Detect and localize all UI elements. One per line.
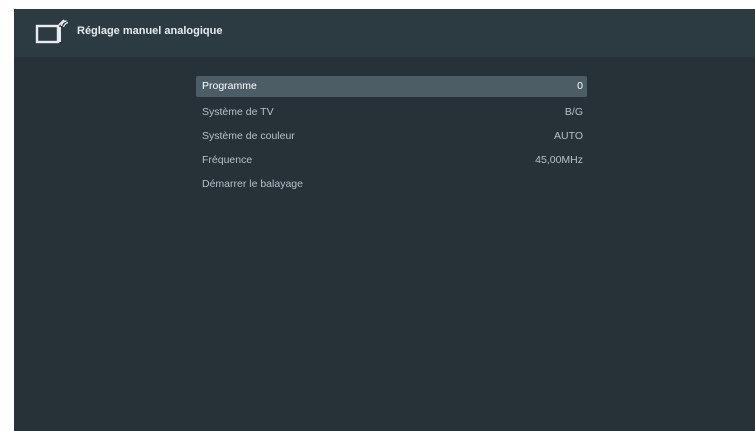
header-bar: Réglage manuel analogique <box>14 9 755 57</box>
menu-item-label: Système de TV <box>202 106 274 118</box>
settings-menu: Programme 0 Système de TV B/G Système de… <box>196 76 587 196</box>
menu-item-programme[interactable]: Programme 0 <box>196 76 587 97</box>
menu-item-frequency[interactable]: Fréquence 45,00MHz <box>196 148 587 172</box>
tv-settings-icon <box>35 19 69 45</box>
menu-item-tv-system[interactable]: Système de TV B/G <box>196 100 587 124</box>
page-title: Réglage manuel analogique <box>77 25 223 37</box>
menu-item-label: Programme <box>202 80 257 92</box>
menu-item-value: B/G <box>564 106 583 118</box>
menu-item-label: Démarrer le balayage <box>202 178 303 190</box>
menu-item-label: Fréquence <box>202 154 253 166</box>
menu-item-value: 45,00MHz <box>535 154 583 166</box>
menu-item-label: Système de couleur <box>202 130 295 142</box>
menu-item-start-scan[interactable]: Démarrer le balayage <box>196 172 587 196</box>
menu-item-value: 0 <box>577 80 583 92</box>
menu-item-value: AUTO <box>554 130 583 142</box>
tv-settings-screen: Réglage manuel analogique Programme 0 Sy… <box>14 9 755 431</box>
menu-item-color-system[interactable]: Système de couleur AUTO <box>196 124 587 148</box>
